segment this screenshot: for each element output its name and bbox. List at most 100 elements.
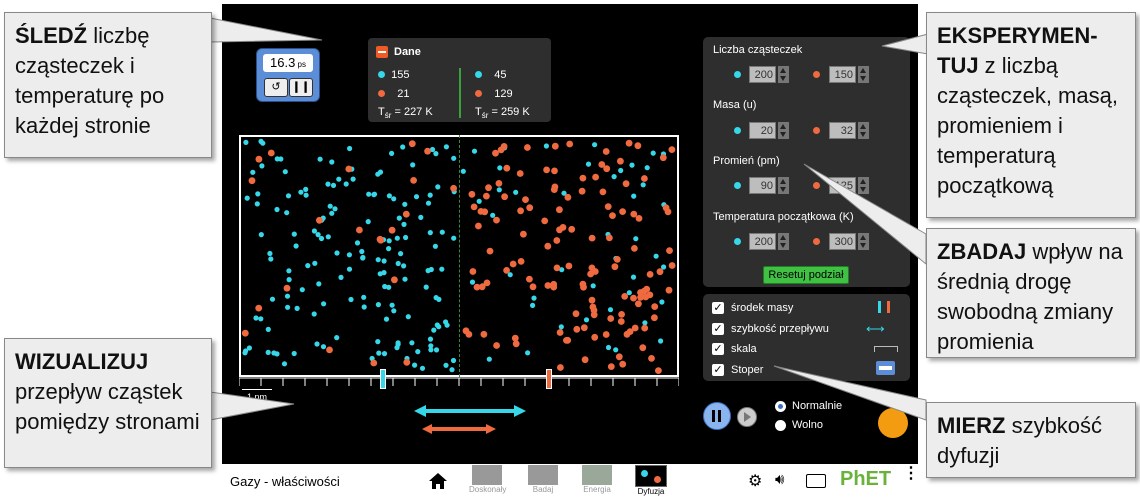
orange-particle	[648, 355, 655, 362]
cyan-center-of-mass-marker	[380, 369, 386, 389]
cyan-particle	[265, 326, 271, 332]
callout-measure-pointer	[773, 365, 927, 421]
callout-experiment-pointer	[881, 33, 929, 55]
cyan-particle	[246, 345, 252, 351]
screen-tab-dyfuzja[interactable]: Dyfuzja	[632, 465, 670, 497]
count-label: Liczba cząsteczek	[713, 44, 803, 56]
cyan-particle	[530, 302, 536, 308]
orange-mass-arrows-icon[interactable]	[858, 122, 869, 139]
stopwatch-label: Stoper	[731, 364, 764, 376]
keyboard-icon[interactable]	[806, 474, 826, 488]
cyan-particle	[361, 304, 367, 310]
orange-particle	[621, 293, 629, 300]
cyan-particle	[316, 281, 322, 287]
orange-mass-spinner[interactable]: 32	[829, 122, 856, 139]
sound-icon[interactable]: 🔊︎	[775, 471, 784, 488]
cyan-particle	[325, 181, 331, 187]
cyan-count-arrows-icon[interactable]	[778, 66, 789, 83]
cyan-particle	[410, 162, 416, 168]
cyan-particle	[354, 240, 361, 246]
center-of-mass-checkbox[interactable]: ✓	[712, 302, 724, 314]
play-pause-button[interactable]	[703, 402, 731, 430]
cyan-particle	[450, 357, 457, 364]
stopwatch-pause-icon[interactable]: ❙❙	[289, 78, 313, 97]
left-cyan-count: 155	[378, 69, 409, 81]
orange-particle	[572, 310, 580, 318]
sim-title: Gazy - właściwości	[230, 474, 340, 489]
flow-rate-label: szybkość przepływu	[731, 323, 829, 335]
orange-particle	[553, 237, 561, 244]
orange-particle	[659, 154, 667, 162]
orange-particle	[345, 165, 353, 173]
orange-particle	[450, 184, 457, 192]
collapse-data-panel-button[interactable]	[376, 46, 388, 58]
cyan-particle	[531, 295, 537, 301]
scale-checkbox[interactable]: ✓	[712, 343, 724, 355]
cyan-particle	[653, 253, 659, 259]
cyan-particle	[255, 191, 261, 197]
stopwatch-reset-icon[interactable]: ↺	[264, 78, 288, 97]
cyan-particle	[383, 316, 390, 322]
cyan-temperature-spinner[interactable]: 200	[749, 233, 776, 250]
screen-tab-energia[interactable]: Energia	[579, 465, 615, 497]
cyan-mass-arrows-icon[interactable]	[778, 122, 789, 139]
callout-visualize: WIZUALIZUJ przepływ cząstek pomiędzy str…	[4, 338, 212, 468]
cyan-particle	[644, 165, 650, 171]
menu-icon[interactable]: ⋮	[903, 466, 918, 482]
screen-tab-badaj[interactable]: Badaj	[525, 465, 561, 497]
cyan-radius-arrows-icon[interactable]	[778, 177, 789, 194]
cyan-temperature-arrows-icon[interactable]	[778, 233, 789, 250]
orange-particle	[611, 263, 619, 271]
home-icon[interactable]	[428, 472, 448, 490]
orange-particle	[403, 358, 411, 366]
step-forward-button[interactable]	[737, 407, 757, 427]
orange-particle	[526, 204, 534, 212]
orange-count-spinner[interactable]: 150	[829, 66, 856, 83]
cyan-particle	[640, 182, 646, 188]
orange-particle	[565, 262, 573, 270]
orange-particle	[590, 311, 598, 319]
orange-particle	[641, 324, 649, 332]
cyan-mass-spinner[interactable]: 20	[749, 122, 776, 139]
cyan-particle	[427, 192, 433, 198]
orange-particle	[553, 264, 561, 272]
cyan-particle	[303, 192, 309, 198]
orange-particle	[591, 333, 599, 341]
cyan-particle	[346, 266, 353, 272]
left-cyan-value: 155	[391, 69, 410, 81]
cyan-particle	[282, 169, 288, 175]
cyan-particle	[386, 193, 392, 199]
cyan-particle	[259, 163, 265, 169]
orange-particle	[573, 325, 581, 333]
cyan-particle	[443, 319, 449, 325]
screen-tab-doskonaly[interactable]: Doskonały	[469, 465, 506, 497]
cyan-particle	[613, 347, 619, 353]
orange-particle	[477, 208, 485, 215]
orange-particle	[666, 247, 673, 254]
orange-particle	[522, 196, 529, 203]
flow-rate-checkbox[interactable]: ✓	[712, 323, 724, 335]
orange-particle	[556, 206, 563, 214]
stopwatch-checkbox[interactable]: ✓	[712, 364, 724, 376]
center-of-mass-orange-icon	[887, 301, 890, 313]
stopwatch[interactable]: 16.3 ps ↺ ❙❙	[256, 48, 320, 102]
cyan-particle	[398, 251, 404, 257]
cyan-particle	[298, 189, 304, 195]
cyan-particle	[650, 150, 656, 156]
stopwatch-value: 16.3	[270, 55, 296, 70]
flow-rate-arrows	[414, 405, 526, 434]
cyan-particle	[250, 169, 256, 175]
orange-particle	[617, 157, 624, 165]
cyan-particle	[284, 293, 291, 299]
orange-particle	[589, 303, 597, 311]
cyan-radius-spinner[interactable]: 90	[749, 177, 776, 194]
cyan-particle	[365, 219, 371, 225]
cyan-particle	[427, 336, 434, 342]
callout-track-bold: ŚLEDŹ	[15, 23, 88, 48]
orange-count-arrows-icon[interactable]	[858, 66, 869, 83]
cyan-count-spinner[interactable]: 200	[749, 66, 776, 83]
orange-particle	[641, 175, 648, 182]
orange-particle	[568, 225, 576, 233]
cyan-particle	[403, 234, 409, 241]
settings-gear-icon[interactable]: ⚙	[748, 471, 762, 491]
